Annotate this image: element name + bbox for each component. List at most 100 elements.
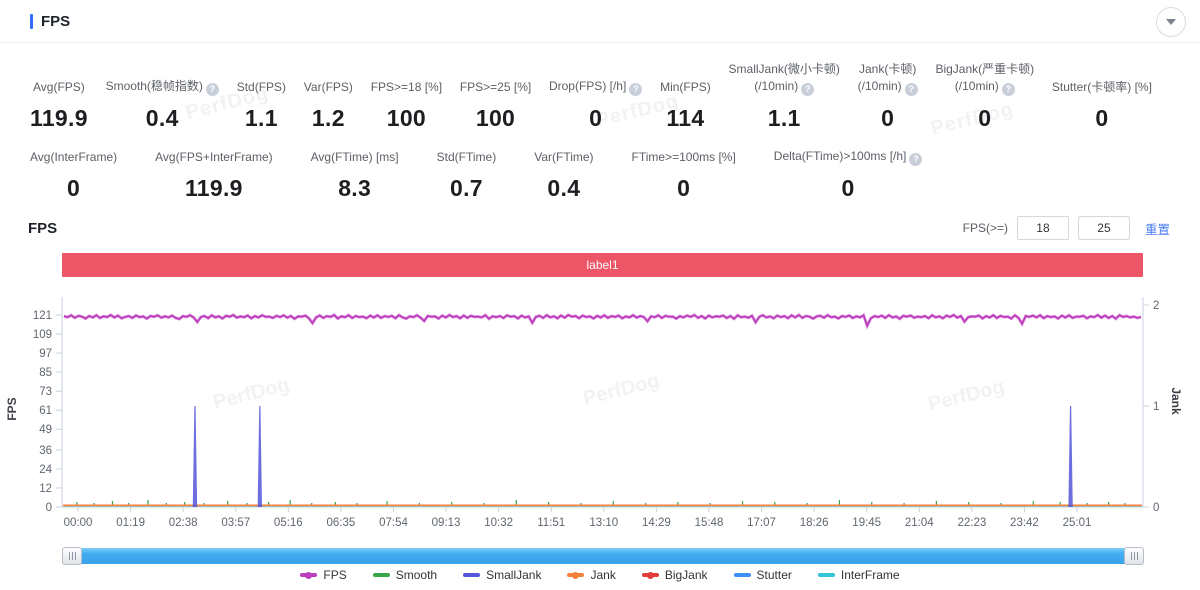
- stat-value: 0: [677, 175, 691, 201]
- left-axis-tick: 0: [46, 502, 52, 514]
- stat-value: 114: [666, 105, 705, 131]
- scrollbar-right-handle[interactable]: [1124, 547, 1144, 565]
- fps-threshold-input-1[interactable]: [1016, 216, 1069, 240]
- legend-item-smalljank[interactable]: SmallJank: [463, 568, 541, 582]
- legend-item-stutter[interactable]: Stutter: [733, 568, 792, 582]
- x-axis-tick: 00:00: [64, 517, 93, 529]
- x-axis-tick: 10:32: [484, 517, 513, 529]
- chart-legend: FPS Smooth SmallJank Jank BigJank Stutter Inte…: [0, 568, 1200, 582]
- stat-label: Min(FPS): [660, 80, 711, 94]
- stat-value: 0: [1095, 105, 1109, 131]
- right-axis-tick: 2: [1153, 300, 1159, 312]
- help-icon[interactable]: ?: [801, 83, 815, 96]
- x-axis-tick: 13:10: [589, 517, 618, 529]
- x-axis-tick: 21:04: [905, 517, 934, 529]
- legend-item-bigjank[interactable]: BigJank: [641, 568, 708, 582]
- left-axis-tick: 49: [39, 424, 52, 436]
- chart-section-header: FPS FPS(>=) 重置: [0, 202, 1200, 240]
- stat-min-fps: Min(FPS) 114: [660, 62, 711, 132]
- left-axis-tick: 12: [39, 483, 52, 495]
- stat-value: 1.1: [244, 105, 278, 131]
- stat-label: Drop(FPS) [/h]?: [549, 62, 643, 96]
- panel-header: FPS: [0, 0, 1200, 43]
- legend-marker-icon: [463, 573, 481, 577]
- stat-fps-25: FPS>=25 [%] 100: [460, 62, 531, 132]
- help-icon[interactable]: ?: [1001, 83, 1015, 96]
- series-smalljank-spike: [192, 406, 198, 507]
- stat-label: Var(FTime): [534, 150, 594, 164]
- fps-threshold-input-2[interactable]: [1077, 216, 1130, 240]
- left-axis-tick: 121: [33, 310, 52, 322]
- scrollbar-left-handle[interactable]: [62, 547, 82, 565]
- help-icon[interactable]: ?: [909, 153, 923, 166]
- legend-item-smooth[interactable]: Smooth: [372, 568, 437, 582]
- stat-label: Avg(InterFrame): [30, 150, 118, 164]
- chart-range-scrollbar[interactable]: [62, 547, 1144, 565]
- fps-panel: FPS Avg(FPS) 119.9 Smooth(稳帧指数)? 0.4 Std(FPS…: [0, 0, 1200, 590]
- chart-title: FPS: [28, 219, 58, 237]
- stat-value: 0: [881, 105, 895, 131]
- stat-label: SmallJank(微小卡顿) (/10min)?: [728, 62, 840, 96]
- stat-fps-18: FPS>=18 [%] 100: [371, 62, 442, 132]
- stat-value: 1.2: [311, 105, 345, 131]
- reset-link[interactable]: 重置: [1145, 219, 1170, 238]
- help-icon[interactable]: ?: [904, 83, 918, 96]
- stat-label: Avg(FPS): [33, 80, 85, 94]
- scrollbar-selected-range[interactable]: [72, 548, 1134, 564]
- stat-label: Avg(FPS+InterFrame): [155, 150, 273, 164]
- stat-value: 119.9: [30, 105, 88, 131]
- stat-label: Jank(卡顿) (/10min)?: [857, 62, 918, 96]
- stat-value: 0.4: [547, 175, 581, 201]
- stat-avg-fps-interframe: Avg(FPS+InterFrame) 119.9: [155, 149, 272, 202]
- annotation-label: label1: [586, 258, 619, 272]
- collapse-button[interactable]: [1156, 7, 1186, 37]
- stat-avg-fps: Avg(FPS) 119.9: [30, 62, 88, 132]
- left-axis-tick: 24: [39, 464, 52, 476]
- legend-marker-icon: [372, 573, 390, 577]
- stat-value: 1.1: [767, 105, 801, 131]
- stat-value: 8.3: [338, 175, 372, 201]
- x-axis-tick: 07:54: [379, 517, 408, 529]
- stat-label: Var(FPS): [303, 80, 353, 94]
- stat-value: 100: [475, 105, 516, 131]
- stat-std-ftime: Std(FTime) 0.7: [437, 149, 497, 202]
- stat-label: FPS>=25 [%]: [459, 80, 532, 94]
- legend-item-jank[interactable]: Jank: [567, 568, 616, 582]
- series-fps: [63, 313, 1142, 329]
- stat-value: 0.4: [145, 105, 179, 131]
- left-axis-tick: 61: [39, 405, 52, 417]
- legend-label: InterFrame: [840, 568, 900, 582]
- stat-value: 119.9: [184, 175, 243, 201]
- legend-marker-icon: [733, 573, 751, 577]
- help-icon[interactable]: ?: [205, 83, 219, 96]
- help-icon[interactable]: ?: [629, 83, 643, 96]
- stat-label: Std(FTime): [436, 150, 497, 164]
- x-axis-tick: 11:51: [537, 517, 565, 529]
- legend-item-fps[interactable]: FPS: [300, 568, 347, 582]
- legend-label: BigJank: [664, 568, 708, 582]
- chevron-down-icon: [1166, 19, 1176, 25]
- stat-value: 0: [589, 105, 603, 131]
- x-axis-tick: 03:57: [221, 517, 250, 529]
- legend-label: FPS: [323, 568, 347, 582]
- stat-stutter: Stutter(卡顿率) [%] 0: [1052, 62, 1152, 132]
- right-axis-tick: 0: [1153, 502, 1159, 514]
- stat-value: 0.7: [449, 175, 483, 201]
- stat-smooth: Smooth(稳帧指数)? 0.4: [106, 62, 219, 132]
- left-axis-tick: 109: [33, 329, 52, 341]
- x-axis-tick: 09:13: [432, 517, 461, 529]
- watermark: PerfDog: [581, 370, 662, 410]
- stat-value: 0: [841, 175, 855, 201]
- stat-delta-ftime-100ms-h: Delta(FTime)>100ms [/h]? 0: [774, 148, 923, 202]
- x-axis-tick: 22:23: [957, 517, 986, 529]
- left-axis-tick: 73: [39, 386, 52, 398]
- fps-chart[interactable]: PerfDog PerfDog PerfDog 0 12 24 36 49 61 73 85 97 10…: [0, 281, 1200, 533]
- right-axis-title: Jank: [1169, 387, 1183, 415]
- stat-smalljank: SmallJank(微小卡顿) (/10min)? 1.1: [729, 61, 840, 132]
- stat-value: 100: [386, 105, 427, 131]
- legend-label: Stutter: [756, 568, 792, 582]
- label-annotation-banner: label1: [62, 253, 1143, 277]
- watermark: PerfDog: [926, 376, 1007, 416]
- stat-var-ftime: Var(FTime) 0.4: [534, 149, 593, 202]
- legend-item-interframe[interactable]: InterFrame: [817, 568, 900, 582]
